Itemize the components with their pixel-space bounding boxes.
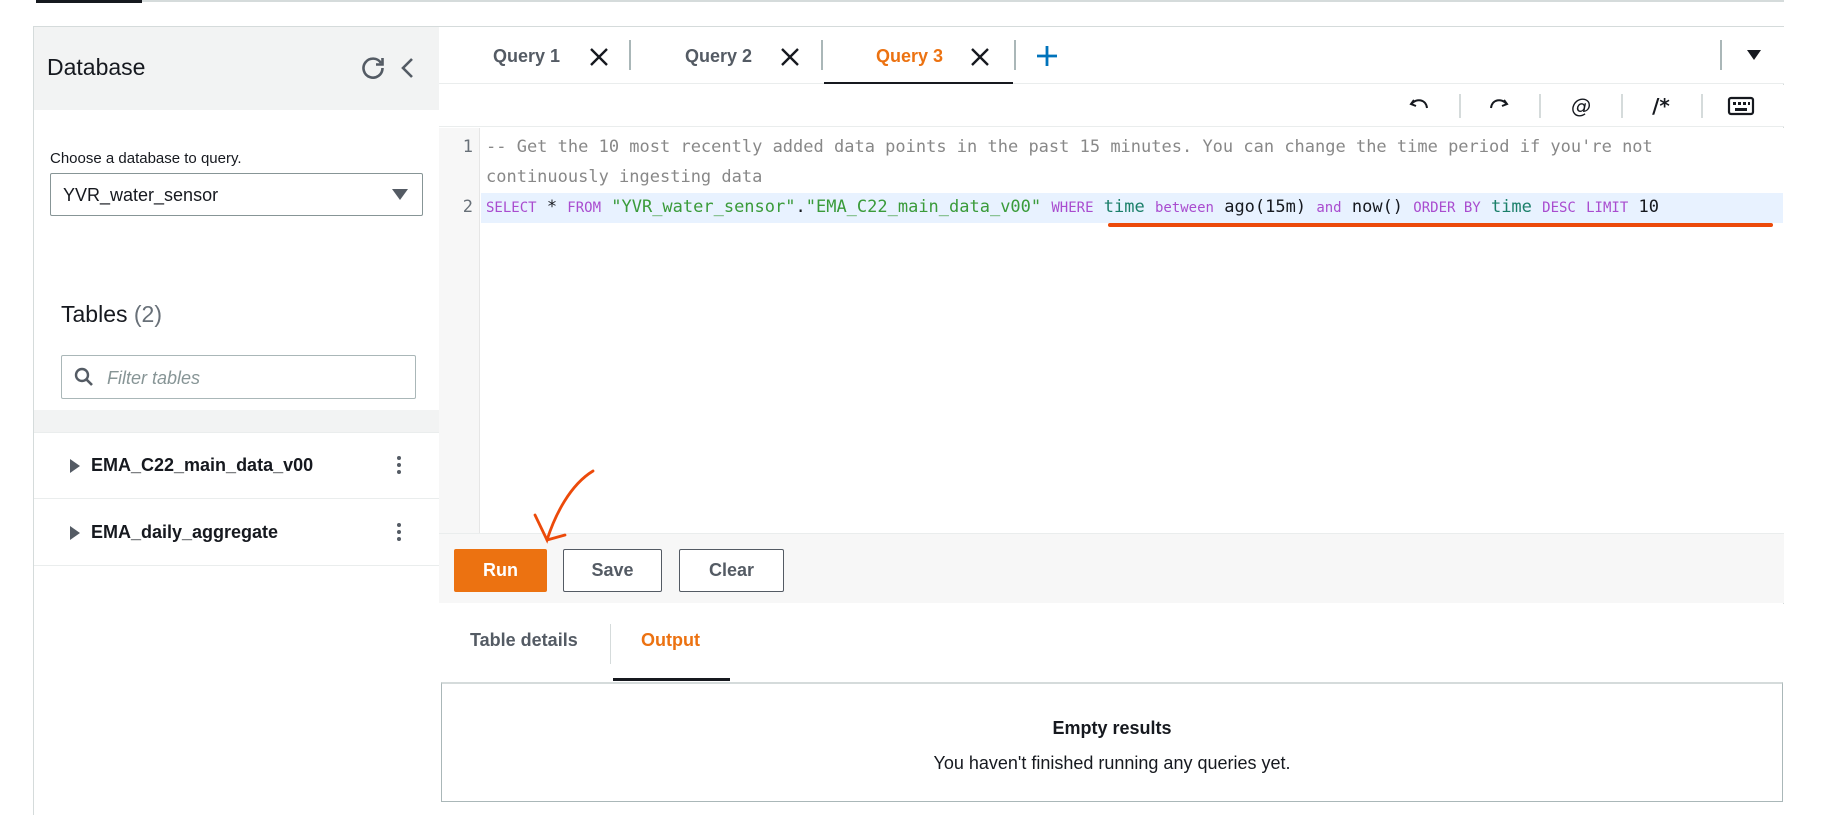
- table-item[interactable]: EMA_daily_aggregate: [34, 500, 440, 566]
- tab-label: Query 2: [685, 46, 753, 66]
- close-icon[interactable]: [780, 47, 800, 67]
- active-tab-indicator: [824, 82, 1013, 84]
- table-name: EMA_daily_aggregate: [91, 522, 279, 542]
- tab-divider: [821, 40, 823, 70]
- sql-keyword: FROM: [567, 200, 602, 216]
- tables-list: EMA_C22_main_data_v00 EMA_daily_aggregat…: [34, 432, 440, 815]
- annotation-checkmark-icon: [533, 469, 595, 544]
- tab-label: Table details: [470, 630, 578, 650]
- database-select[interactable]: YVR_water_sensor: [50, 173, 423, 216]
- query-editor: Query 1 Query 2 Query 3 @ /* 1 2 -- Get …: [439, 26, 1784, 815]
- tab-divider: [1720, 40, 1722, 70]
- tables-count: (2): [133, 301, 162, 327]
- query-tabs: Query 1 Query 2 Query 3: [439, 27, 1784, 84]
- redo-icon[interactable]: [1484, 93, 1512, 119]
- caret-down-icon: [392, 189, 408, 200]
- editor-actions: Run Save Clear: [439, 533, 1784, 614]
- refresh-icon[interactable]: [360, 55, 386, 81]
- tab-divider: [1014, 40, 1016, 70]
- toolbar-divider: [1459, 94, 1461, 118]
- sql-number: 10: [1628, 197, 1659, 217]
- sql-keyword: and: [1316, 200, 1342, 216]
- results-container: Empty results You haven't finished runni…: [441, 682, 1783, 802]
- sql-token: *: [536, 197, 568, 217]
- tab-label: Query 3: [876, 46, 944, 66]
- caret-right-icon[interactable]: [70, 459, 80, 473]
- search-icon: [74, 367, 93, 386]
- sql-keyword: ORDER BY: [1413, 200, 1481, 216]
- sql-column: time: [1480, 197, 1543, 217]
- sql-keyword: LIMIT: [1586, 200, 1629, 216]
- close-icon[interactable]: [589, 47, 609, 67]
- tab-table-details[interactable]: Table details: [439, 604, 609, 681]
- tab-output[interactable]: Output: [613, 604, 730, 681]
- run-button[interactable]: Run: [454, 549, 547, 592]
- top-divider: [36, 0, 1784, 2]
- empty-results-title: Empty results: [1052, 718, 1172, 738]
- add-tab-icon[interactable]: [1035, 44, 1059, 68]
- more-actions-icon[interactable]: [389, 520, 409, 546]
- sql-function: now(): [1341, 197, 1414, 217]
- sql-identifier: "EMA_C22_main_data_v00": [805, 197, 1052, 217]
- sql-column: time: [1093, 197, 1155, 217]
- tab-label: Query 1: [493, 46, 561, 66]
- tabs-menu-icon[interactable]: [1747, 50, 1761, 60]
- tables-heading: Tables (2): [61, 301, 162, 328]
- table-name: EMA_C22_main_data_v00: [91, 455, 314, 475]
- caret-right-icon[interactable]: [70, 526, 80, 540]
- database-select-value: YVR_water_sensor: [63, 185, 219, 205]
- sql-keyword: WHERE: [1051, 200, 1094, 216]
- comment-icon[interactable]: /*: [1647, 93, 1675, 119]
- active-tab-indicator: [613, 678, 730, 681]
- sql-identifier: "YVR_water_sensor": [601, 197, 796, 217]
- more-actions-icon[interactable]: [389, 453, 409, 479]
- table-item[interactable]: EMA_C22_main_data_v00: [34, 433, 440, 499]
- sql-function: ago(15m): [1213, 197, 1317, 217]
- tables-heading-label: Tables: [61, 301, 128, 327]
- empty-results-message: You haven't finished running any queries…: [933, 753, 1291, 773]
- sidebar-title: Database: [47, 54, 146, 80]
- sql-keyword: between: [1154, 200, 1214, 216]
- line-number: 1: [462, 137, 473, 157]
- annotation-underline: [1108, 223, 1773, 227]
- close-icon[interactable]: [970, 47, 990, 67]
- tab-query-3[interactable]: Query 3: [824, 27, 1013, 84]
- at-symbol-icon[interactable]: @: [1567, 93, 1595, 119]
- toolbar-divider: [1621, 94, 1623, 118]
- tab-query-1[interactable]: Query 1: [439, 27, 629, 84]
- database-select-label: Choose a database to query.: [50, 150, 242, 167]
- clear-button[interactable]: Clear: [679, 549, 784, 592]
- toolbar-divider: [1701, 94, 1703, 118]
- editor-toolbar: @ /*: [439, 85, 1784, 127]
- collapse-panel-icon[interactable]: [398, 57, 418, 79]
- sidebar-header: Database: [34, 27, 440, 109]
- keyboard-icon[interactable]: [1727, 93, 1755, 119]
- tab-label: Output: [641, 630, 700, 650]
- tab-divider: [610, 624, 611, 664]
- save-button[interactable]: Save: [563, 549, 662, 592]
- code-comment-line: continuously ingesting data: [486, 167, 763, 187]
- results-panel: Table details Output Empty results You h…: [439, 604, 1784, 815]
- top-active-indicator: [36, 0, 142, 3]
- sql-keyword: DESC: [1542, 200, 1576, 216]
- line-number-gutter: 1 2: [439, 128, 480, 533]
- toolbar-divider: [1539, 94, 1541, 118]
- code-editor[interactable]: 1 2 -- Get the 10 most recently added da…: [439, 128, 1784, 533]
- line-number: 2: [462, 197, 473, 217]
- sql-keyword: SELECT: [486, 200, 537, 216]
- tab-query-2[interactable]: Query 2: [631, 27, 821, 84]
- code-comment-line: -- Get the 10 most recently added data p…: [486, 137, 1653, 157]
- filter-tables-placeholder: Filter tables: [107, 368, 201, 388]
- undo-icon[interactable]: [1406, 93, 1434, 119]
- code-query-line: SELECT * FROM "YVR_water_sensor"."EMA_C2…: [486, 197, 1659, 217]
- sql-token: .: [795, 197, 806, 217]
- filter-tables-input[interactable]: Filter tables: [61, 355, 416, 399]
- database-sidebar: Database Choose a database to query. YVR…: [33, 26, 440, 815]
